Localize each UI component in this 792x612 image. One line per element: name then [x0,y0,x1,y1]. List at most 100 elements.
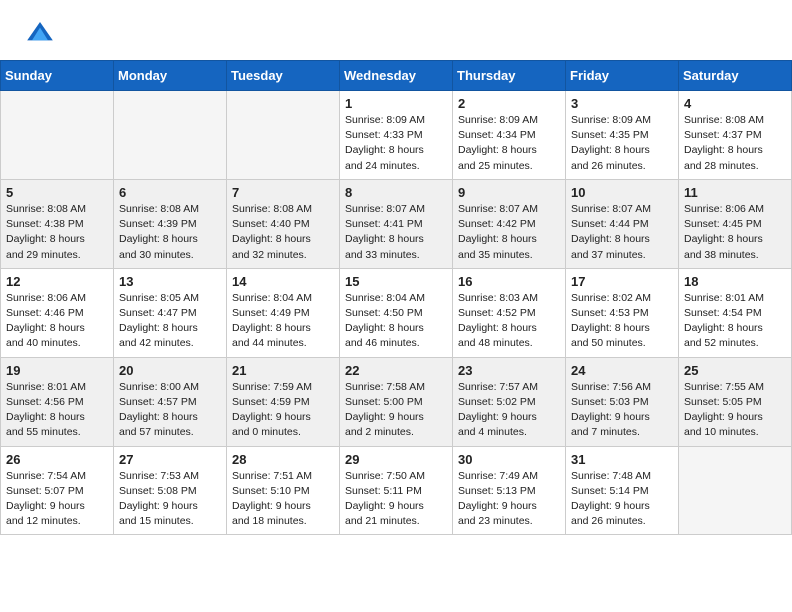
day-info: Sunrise: 7:57 AM Sunset: 5:02 PM Dayligh… [458,380,560,441]
calendar-cell: 7 Sunrise: 8:08 AM Sunset: 4:40 PM Daylig… [227,179,340,268]
day-info: Sunrise: 8:09 AM Sunset: 4:34 PM Dayligh… [458,113,560,174]
calendar-cell: 2 Sunrise: 8:09 AM Sunset: 4:34 PM Daylig… [453,91,566,180]
calendar-cell: 29 Sunrise: 7:50 AM Sunset: 5:11 PM Dayli… [340,446,453,535]
calendar-cell: 21 Sunrise: 7:59 AM Sunset: 4:59 PM Dayli… [227,357,340,446]
calendar-cell: 19 Sunrise: 8:01 AM Sunset: 4:56 PM Dayli… [1,357,114,446]
calendar-week-row: 26 Sunrise: 7:54 AM Sunset: 5:07 PM Dayli… [1,446,792,535]
day-number: 24 [571,363,673,378]
calendar-cell: 15Sunrise: 8:04 AM Sunset: 4:50 PM Dayli… [340,268,453,357]
calendar-cell: 17 Sunrise: 8:02 AM Sunset: 4:53 PM Dayli… [566,268,679,357]
calendar-cell: 16 Sunrise: 8:03 AM Sunset: 4:52 PM Dayli… [453,268,566,357]
page-header [0,0,792,60]
day-info: Sunrise: 7:48 AM Sunset: 5:14 PM Dayligh… [571,469,673,530]
day-info: Sunrise: 8:07 AM Sunset: 4:42 PM Dayligh… [458,202,560,263]
day-info: Sunrise: 8:09 AM Sunset: 4:33 PM Dayligh… [345,113,447,174]
calendar-week-row: 5 Sunrise: 8:08 AM Sunset: 4:38 PM Daylig… [1,179,792,268]
calendar-week-row: 12 Sunrise: 8:06 AM Sunset: 4:46 PM Dayli… [1,268,792,357]
day-number: 1 [345,96,447,111]
day-info: Sunrise: 8:07 AM Sunset: 4:41 PM Dayligh… [345,202,447,263]
calendar-week-row: 1 Sunrise: 8:09 AM Sunset: 4:33 PM Daylig… [1,91,792,180]
day-number: 28 [232,452,334,467]
day-info: Sunrise: 8:08 AM Sunset: 4:38 PM Dayligh… [6,202,108,263]
day-number: 9 [458,185,560,200]
day-number: 4 [684,96,786,111]
day-number: 27 [119,452,221,467]
day-number: 26 [6,452,108,467]
calendar-table: SundayMondayTuesdayWednesdayThursdayFrid… [0,60,792,535]
day-number: 16 [458,274,560,289]
day-info: Sunrise: 8:06 AM Sunset: 4:45 PM Dayligh… [684,202,786,263]
calendar-cell: 14Sunrise: 8:04 AM Sunset: 4:49 PM Dayli… [227,268,340,357]
day-info: Sunrise: 7:59 AM Sunset: 4:59 PM Dayligh… [232,380,334,441]
weekday-header-row: SundayMondayTuesdayWednesdayThursdayFrid… [1,61,792,91]
day-number: 21 [232,363,334,378]
weekday-header-wednesday: Wednesday [340,61,453,91]
day-number: 30 [458,452,560,467]
calendar-cell: 31 Sunrise: 7:48 AM Sunset: 5:14 PM Dayli… [566,446,679,535]
day-number: 2 [458,96,560,111]
calendar-cell: 12 Sunrise: 8:06 AM Sunset: 4:46 PM Dayli… [1,268,114,357]
weekday-header-friday: Friday [566,61,679,91]
day-number: 19 [6,363,108,378]
day-info: Sunrise: 8:08 AM Sunset: 4:39 PM Dayligh… [119,202,221,263]
day-number: 5 [6,185,108,200]
calendar-cell [227,91,340,180]
day-number: 23 [458,363,560,378]
day-number: 29 [345,452,447,467]
day-info: Sunrise: 8:02 AM Sunset: 4:53 PM Dayligh… [571,291,673,352]
day-number: 13 [119,274,221,289]
calendar-cell: 30 Sunrise: 7:49 AM Sunset: 5:13 PM Dayli… [453,446,566,535]
day-number: 7 [232,185,334,200]
day-info: Sunrise: 8:01 AM Sunset: 4:56 PM Dayligh… [6,380,108,441]
weekday-header-monday: Monday [114,61,227,91]
day-number: 8 [345,185,447,200]
day-info: Sunrise: 8:08 AM Sunset: 4:40 PM Dayligh… [232,202,334,263]
day-info: Sunrise: 8:04 AM Sunset: 4:49 PM Dayligh… [232,291,334,352]
day-number: 12 [6,274,108,289]
day-number: 22 [345,363,447,378]
weekday-header-saturday: Saturday [679,61,792,91]
day-number: 15 [345,274,447,289]
day-info: Sunrise: 8:03 AM Sunset: 4:52 PM Dayligh… [458,291,560,352]
calendar-cell: 10 Sunrise: 8:07 AM Sunset: 4:44 PM Dayli… [566,179,679,268]
calendar-cell [1,91,114,180]
calendar-cell: 28Sunrise: 7:51 AM Sunset: 5:10 PM Dayli… [227,446,340,535]
day-info: Sunrise: 7:49 AM Sunset: 5:13 PM Dayligh… [458,469,560,530]
day-info: Sunrise: 7:56 AM Sunset: 5:03 PM Dayligh… [571,380,673,441]
day-number: 3 [571,96,673,111]
day-info: Sunrise: 7:55 AM Sunset: 5:05 PM Dayligh… [684,380,786,441]
day-info: Sunrise: 8:09 AM Sunset: 4:35 PM Dayligh… [571,113,673,174]
day-number: 18 [684,274,786,289]
calendar-cell: 5 Sunrise: 8:08 AM Sunset: 4:38 PM Daylig… [1,179,114,268]
calendar-cell: 6 Sunrise: 8:08 AM Sunset: 4:39 PM Daylig… [114,179,227,268]
weekday-header-tuesday: Tuesday [227,61,340,91]
calendar-cell: 22 Sunrise: 7:58 AM Sunset: 5:00 PM Dayli… [340,357,453,446]
day-info: Sunrise: 8:07 AM Sunset: 4:44 PM Dayligh… [571,202,673,263]
calendar-cell: 1 Sunrise: 8:09 AM Sunset: 4:33 PM Daylig… [340,91,453,180]
day-info: Sunrise: 7:58 AM Sunset: 5:00 PM Dayligh… [345,380,447,441]
day-number: 25 [684,363,786,378]
logo [24,18,60,50]
day-info: Sunrise: 8:06 AM Sunset: 4:46 PM Dayligh… [6,291,108,352]
day-number: 31 [571,452,673,467]
calendar-week-row: 19 Sunrise: 8:01 AM Sunset: 4:56 PM Dayli… [1,357,792,446]
day-info: Sunrise: 8:08 AM Sunset: 4:37 PM Dayligh… [684,113,786,174]
calendar-cell: 3 Sunrise: 8:09 AM Sunset: 4:35 PM Daylig… [566,91,679,180]
calendar-cell: 24 Sunrise: 7:56 AM Sunset: 5:03 PM Dayli… [566,357,679,446]
calendar-cell: 20Sunrise: 8:00 AM Sunset: 4:57 PM Dayli… [114,357,227,446]
day-info: Sunrise: 7:53 AM Sunset: 5:08 PM Dayligh… [119,469,221,530]
day-number: 6 [119,185,221,200]
day-info: Sunrise: 7:50 AM Sunset: 5:11 PM Dayligh… [345,469,447,530]
day-number: 17 [571,274,673,289]
calendar-cell: 18 Sunrise: 8:01 AM Sunset: 4:54 PM Dayli… [679,268,792,357]
day-info: Sunrise: 8:05 AM Sunset: 4:47 PM Dayligh… [119,291,221,352]
day-info: Sunrise: 8:01 AM Sunset: 4:54 PM Dayligh… [684,291,786,352]
day-number: 10 [571,185,673,200]
calendar-cell: 11 Sunrise: 8:06 AM Sunset: 4:45 PM Dayli… [679,179,792,268]
calendar-cell [679,446,792,535]
day-number: 20 [119,363,221,378]
weekday-header-sunday: Sunday [1,61,114,91]
calendar-cell: 4 Sunrise: 8:08 AM Sunset: 4:37 PM Daylig… [679,91,792,180]
day-info: Sunrise: 7:54 AM Sunset: 5:07 PM Dayligh… [6,469,108,530]
day-number: 11 [684,185,786,200]
